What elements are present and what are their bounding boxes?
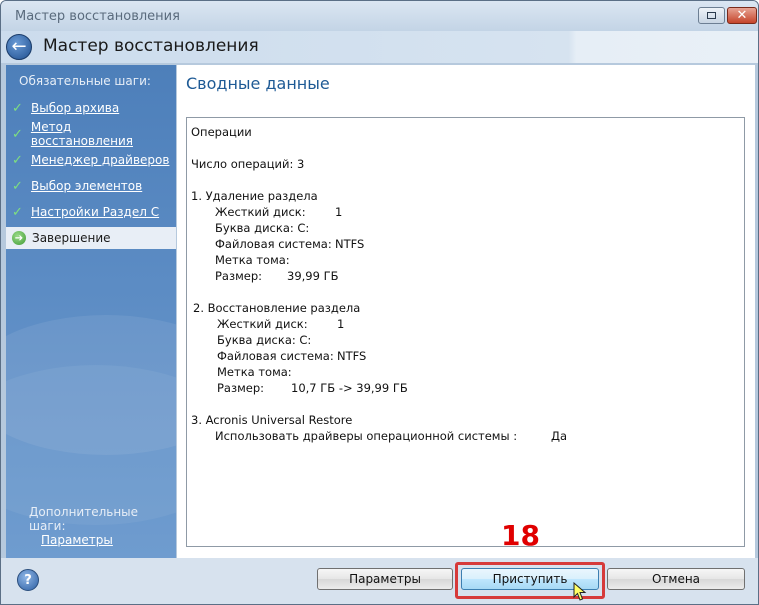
operation-3-title: 3. Acronis Universal Restore — [191, 413, 353, 427]
sidebar-item-select-items[interactable]: ✓ Выбор элементов — [6, 175, 176, 197]
sidebar-item-archive[interactable]: ✓ Выбор архива — [6, 97, 176, 119]
back-arrow-icon: ← — [11, 36, 27, 57]
op2-size-value: 10,7 ГБ -> 39,99 ГБ — [291, 381, 408, 395]
op2-disk-value: 1 — [337, 317, 345, 331]
op1-disk-value: 1 — [335, 205, 343, 219]
optional-steps-heading: Дополнительные шаги: — [29, 505, 139, 533]
sidebar-item-label: Выбор элементов — [31, 179, 143, 193]
step-number-annotation: 18 — [501, 519, 540, 552]
mouse-cursor-icon — [573, 582, 587, 601]
op2-fs-value: NTFS — [337, 349, 367, 363]
check-icon: ✓ — [12, 152, 23, 168]
op1-fs-label: Файловая система: — [215, 237, 332, 251]
check-icon: ✓ — [12, 126, 23, 142]
op2-size-label: Размер: — [217, 381, 265, 395]
sidebar-item-driver-manager[interactable]: ✓ Менеджер драйверов — [6, 149, 176, 171]
restore-window-icon — [707, 12, 716, 19]
op3-drivers-label: Использовать драйверы операционной систе… — [215, 429, 518, 443]
required-steps-heading: Обязательные шаги: — [19, 74, 151, 88]
main-panel: Сводные данные Операции Число операций: … — [177, 65, 755, 558]
sidebar-decoration — [6, 365, 176, 525]
op2-letter: Буква диска: C: — [217, 333, 312, 347]
help-icon: ? — [24, 572, 32, 588]
sidebar-item-label: Выбор архива — [31, 101, 120, 115]
check-icon: ✓ — [12, 100, 23, 116]
op3-drivers-value: Да — [551, 429, 568, 443]
check-icon: ✓ — [12, 178, 23, 194]
sidebar-item-partition-settings[interactable]: ✓ Настройки Раздел C — [6, 201, 176, 223]
current-step-arrow-icon: ➔ — [12, 231, 26, 245]
sidebar-item-finish[interactable]: ➔ Завершение — [6, 227, 176, 249]
op2-fs-label: Файловая система: — [217, 349, 334, 363]
close-icon: ✕ — [736, 8, 748, 23]
options-link[interactable]: Параметры — [41, 533, 113, 547]
sidebar-item-label: Настройки Раздел C — [31, 205, 160, 219]
operations-heading: Операции — [191, 125, 252, 139]
operation-2-title: 2. Восстановление раздела — [193, 301, 361, 315]
restore-window-button[interactable] — [698, 7, 725, 24]
help-button[interactable]: ? — [17, 569, 39, 591]
sidebar-item-label: Менеджер драйверов — [31, 153, 170, 167]
options-button[interactable]: Параметры — [317, 568, 453, 590]
op1-disk-label: Жесткий диск: — [215, 205, 306, 219]
window-title: Мастер восстановления — [15, 9, 180, 24]
operation-1-title: 1. Удаление раздела — [191, 189, 318, 203]
op2-disk-label: Жесткий диск: — [217, 317, 308, 331]
op1-letter: Буква диска: C: — [215, 221, 310, 235]
summary-box: Операции Число операций: 3 1. Удаление р… — [186, 117, 745, 547]
sidebar-item-label: Метод восстановления — [30, 120, 134, 148]
restore-wizard-window: Мастер восстановления ✕ ← Мастер восстан… — [0, 0, 759, 605]
cancel-button[interactable]: Отмена — [607, 568, 745, 590]
op1-size-value: 39,99 ГБ — [287, 269, 339, 283]
wizard-title: Мастер восстановления — [43, 36, 259, 56]
title-bar: Мастер восстановления ✕ — [1, 1, 758, 31]
operations-count: Число операций: 3 — [191, 157, 305, 171]
page-title: Сводные данные — [186, 74, 330, 93]
sidebar-item-label: Завершение — [32, 231, 111, 245]
button-bar: ? Параметры Приступить Отмена — [1, 558, 758, 604]
op1-volume-label: Метка тома: — [215, 253, 290, 267]
steps-sidebar: Обязательные шаги: ✓ Выбор архива ✓ Мето… — [6, 65, 176, 558]
sidebar-item-restore-method[interactable]: ✓ Метод восстановления — [6, 120, 176, 148]
op1-size-label: Размер: — [215, 269, 263, 283]
check-icon: ✓ — [12, 204, 23, 220]
wizard-header: ← Мастер восстановления — [1, 31, 758, 63]
op2-volume-label: Метка тома: — [217, 365, 292, 379]
close-window-button[interactable]: ✕ — [727, 7, 757, 24]
op1-fs-value: NTFS — [335, 237, 365, 251]
back-button[interactable]: ← — [6, 34, 32, 60]
